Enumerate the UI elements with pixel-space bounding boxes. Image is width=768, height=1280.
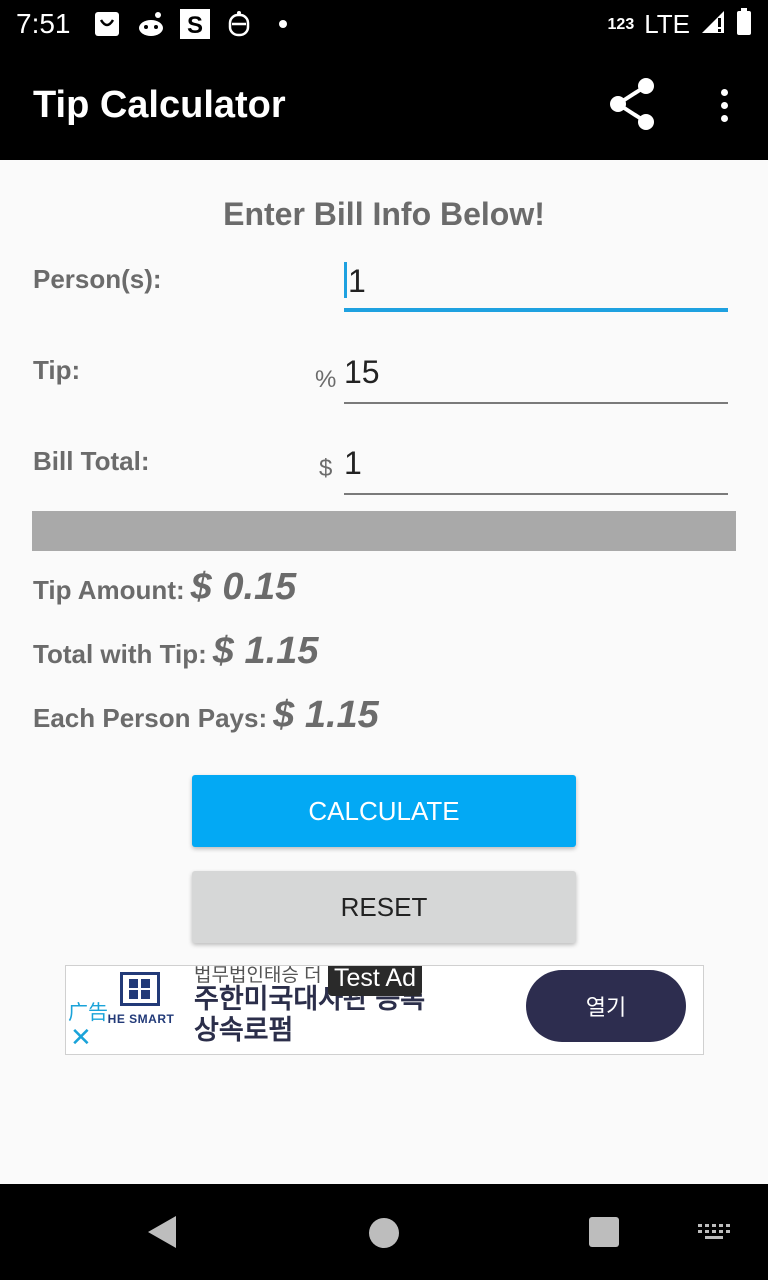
network-type: LTE [644,9,690,39]
ad-tag: 广告 [68,1002,108,1024]
status-time: 7:51 [16,8,71,39]
total-label: Total with Tip: [33,639,207,669]
battery-icon [736,8,752,41]
test-ad-badge: Test Ad [328,966,422,996]
tip-prefix: % [315,366,337,393]
tip-value: 15 [344,354,380,390]
ad-headline-line-2: 상속로펌 [194,1015,294,1045]
reddit-icon [136,9,166,39]
ad-open-button[interactable]: 열기 [526,970,686,1042]
bill-label: Bill Total: [33,446,150,476]
tip-input[interactable]: 15 [344,352,728,404]
overflow-menu-icon[interactable] [708,80,740,130]
bill-input[interactable]: 1 [344,443,728,495]
bag-icon [92,9,122,39]
share-icon[interactable] [604,74,660,134]
tip-amount-label: Tip Amount: [33,575,185,605]
tip-label: Tip: [33,355,81,385]
back-icon[interactable] [146,1215,178,1254]
bill-prefix: $ [319,455,333,482]
tip-amount-row: Tip Amount: $ 0.15 [33,566,296,609]
svg-text:S: S [187,12,203,39]
ad-logo: HE SMART [108,972,174,1048]
home-icon[interactable] [369,1218,399,1248]
each-person-label: Each Person Pays: [33,703,268,733]
bill-value: 1 [344,445,362,481]
ad-logo-text: HE SMART [107,1012,175,1026]
total-row: Total with Tip: $ 1.15 [33,630,318,673]
keyboard-icon[interactable] [697,1222,731,1247]
s-app-icon: S [180,9,210,39]
persons-value: 1 [348,263,366,299]
dot-icon [268,9,298,39]
divider-bar [32,511,736,551]
app-bar: Tip Calculator [0,50,768,160]
logo-mark-icon [120,972,160,1006]
each-person-row: Each Person Pays: $ 1.15 [33,694,379,737]
notification-icons: S [92,9,298,39]
close-icon[interactable]: ✕ [70,1024,92,1050]
persons-input[interactable]: 1 [344,260,728,312]
text-cursor [344,262,347,298]
total-value: $ 1.15 [212,630,319,672]
network-label: 123 [607,15,635,33]
app-title: Tip Calculator [33,84,286,126]
tip-amount-value: $ 0.15 [190,566,297,608]
status-right: 123 LTE [608,8,752,41]
status-bar: 7:51 S 123 LTE [0,0,768,50]
form-heading: Enter Bill Info Below! [223,196,545,232]
each-person-value: $ 1.15 [273,694,379,736]
recents-icon[interactable] [589,1217,619,1247]
calculate-button[interactable]: CALCULATE [192,775,576,847]
ad-banner[interactable]: 广告 ✕ HE SMART 법무법인태승 더 주한미국대사관 등록 상속로펌 T… [65,965,704,1055]
bot-icon [224,9,254,39]
reset-button[interactable]: RESET [192,871,576,943]
persons-label: Person(s): [33,264,162,294]
signal-icon [700,9,726,40]
